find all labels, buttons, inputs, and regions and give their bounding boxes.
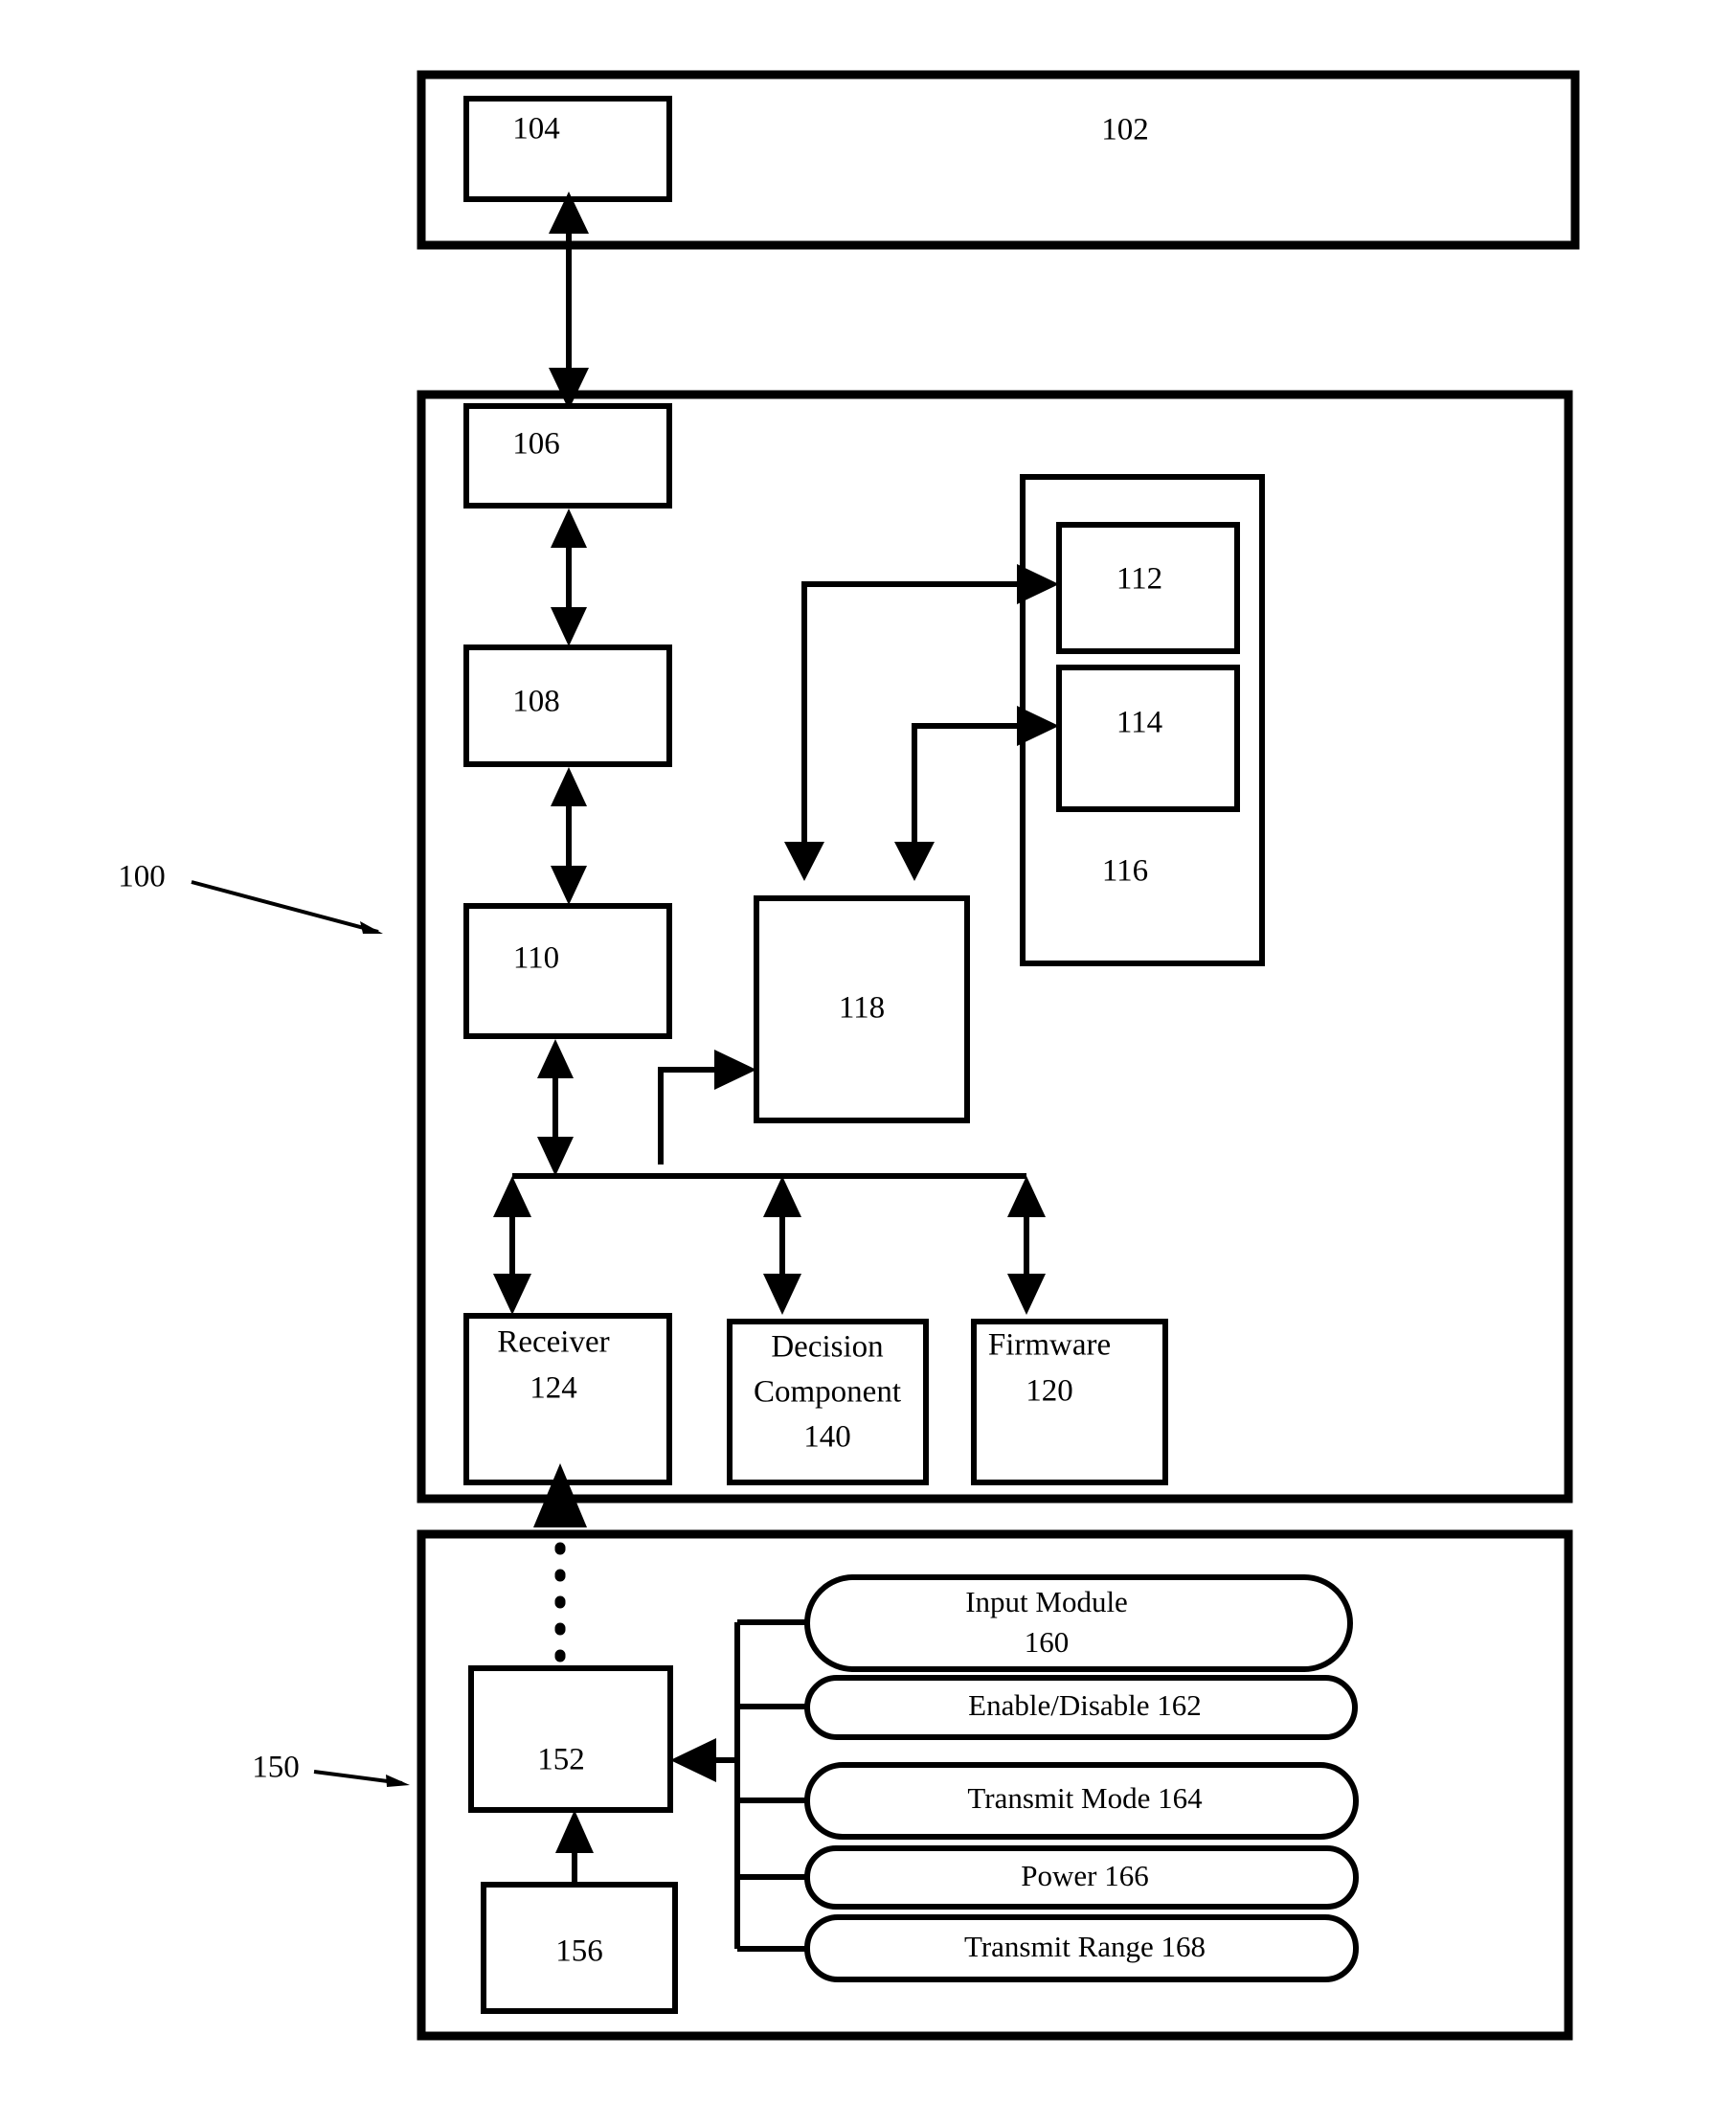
decision-title-line1: Decision	[771, 1330, 883, 1365]
connector-108-110	[551, 767, 587, 905]
block-156: 156	[481, 1882, 678, 2014]
connector-pillbus-152	[670, 1738, 737, 1782]
block-118: 118	[754, 895, 970, 1123]
block-152-rect	[468, 1665, 673, 1813]
transmit-range-pill: Transmit Range 168	[804, 1914, 1359, 1982]
transmit-range-pill-label: Transmit Range 168	[964, 1930, 1206, 1963]
block-114-label: 114	[1116, 706, 1162, 740]
connector-152-receiver-dotted	[533, 1463, 587, 1662]
block-104: 104	[463, 96, 672, 202]
arrowhead-right-118	[714, 1050, 756, 1090]
pill-bus	[734, 1619, 807, 1952]
block-156-label: 156	[555, 1934, 603, 1969]
arrowhead-up-bus-110	[537, 1039, 574, 1078]
reference-leader-100: 100	[118, 860, 383, 934]
connector-104-106	[549, 192, 589, 410]
block-106-rect	[463, 403, 672, 509]
arrowhead-up-110-108	[551, 767, 587, 806]
arrowhead-down-108-110	[551, 866, 587, 905]
firmware-title: Firmware	[988, 1328, 1111, 1363]
block-110: 110	[463, 903, 672, 1039]
arrowhead-down-110-bus	[537, 1137, 574, 1176]
reference-leader-150: 150	[252, 1751, 410, 1787]
transmit-mode-pill: Transmit Mode 164	[804, 1762, 1359, 1840]
arrowhead-down-bus-receiver	[493, 1274, 531, 1315]
block-104-rect	[463, 96, 672, 202]
input-module-pill-line2: 160	[1025, 1625, 1070, 1659]
block-118-label: 118	[839, 991, 885, 1026]
arrowhead-up-152	[555, 1810, 594, 1853]
connector-bus-firmware	[1007, 1176, 1046, 1315]
block-112-label: 112	[1116, 562, 1162, 597]
connector-106-108	[551, 509, 587, 646]
arrowhead-down-bus-decision	[763, 1274, 801, 1315]
power-pill: Power 166	[804, 1845, 1359, 1910]
connector-bus-118	[658, 1050, 756, 1165]
block-104-label: 104	[512, 112, 560, 147]
block-108-label: 108	[512, 685, 560, 719]
arrowhead-up-108-106	[551, 509, 587, 548]
container-150-label: 150	[252, 1751, 300, 1785]
input-module-pill-line1: Input Module	[965, 1585, 1128, 1618]
connector-110-bus	[537, 1039, 574, 1176]
patent-figure-root: 102 104 100 106 108 110 116 112 114 118 …	[0, 0, 1736, 2103]
block-108: 108	[463, 644, 672, 767]
block-106: 106	[463, 403, 672, 509]
input-module-pill: Input Module 160	[804, 1574, 1353, 1672]
arrowhead-leader-100	[360, 921, 383, 934]
connector-bus-decision	[763, 1176, 801, 1315]
arrowhead-down-106-108	[551, 607, 587, 646]
block-116-label: 116	[1102, 854, 1148, 889]
decision-ref: 140	[803, 1420, 851, 1455]
decision-title-line2: Component	[754, 1375, 901, 1410]
connector-156-152	[555, 1810, 594, 1885]
enable-disable-pill: Enable/Disable 162	[804, 1675, 1358, 1740]
block-114: 114	[1056, 665, 1240, 812]
connector-bus-receiver	[493, 1176, 531, 1315]
arrowhead-up-decision-bus	[763, 1176, 801, 1217]
arrowhead-down-118-right	[894, 842, 935, 881]
block-receiver-124: Receiver 124	[463, 1313, 672, 1485]
block-108-rect	[463, 644, 672, 767]
container-100-label: 100	[118, 860, 166, 894]
block-firmware-120: Firmware 120	[971, 1319, 1168, 1485]
block-106-label: 106	[512, 427, 560, 462]
block-152-label: 152	[537, 1743, 585, 1777]
arrowhead-up-firmware-bus	[1007, 1176, 1046, 1217]
arrowhead-down-bus-firmware	[1007, 1274, 1046, 1315]
transmit-mode-pill-label: Transmit Mode 164	[967, 1781, 1203, 1815]
block-decision-component-140: Decision Component 140	[727, 1319, 929, 1485]
block-112: 112	[1056, 522, 1240, 654]
receiver-title: Receiver	[497, 1325, 609, 1360]
arrowhead-leader-150	[386, 1775, 410, 1787]
firmware-ref: 120	[1026, 1374, 1073, 1409]
figure-canvas: 102 104 100 106 108 110 116 112 114 118 …	[118, 70, 1580, 2041]
block-110-label: 110	[513, 941, 559, 976]
arrowhead-up-receiver-bus	[493, 1176, 531, 1217]
power-pill-label: Power 166	[1021, 1859, 1148, 1892]
arrowhead-down-118-left	[784, 842, 824, 881]
block-152: 152	[468, 1665, 673, 1813]
enable-disable-pill-label: Enable/Disable 162	[968, 1688, 1202, 1722]
block-110-rect	[463, 903, 672, 1039]
arrowhead-left-152	[670, 1738, 716, 1782]
container-102-label: 102	[1101, 113, 1149, 147]
receiver-ref: 124	[530, 1371, 577, 1406]
